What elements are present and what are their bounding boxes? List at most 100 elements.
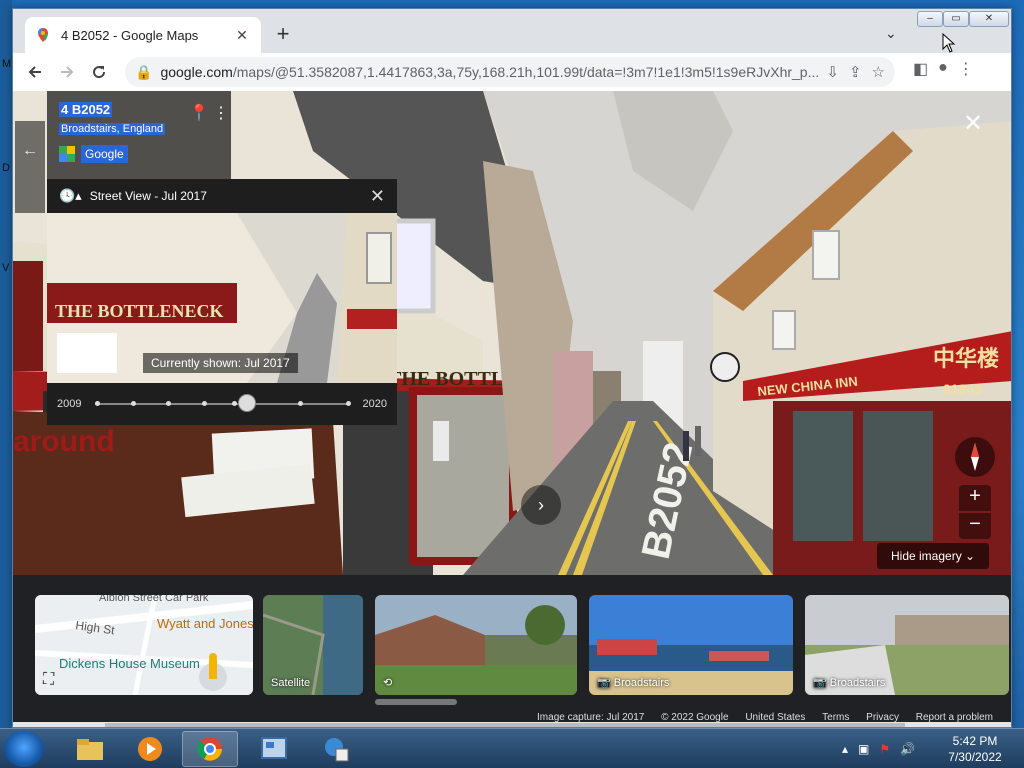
time-travel-header: 🕓▴ Street View - Jul 2017 ✕ <box>47 179 397 213</box>
street-photo-thumbnail[interactable]: ⟲ <box>375 595 577 695</box>
provider-row: Google <box>59 145 219 163</box>
control-panel-taskbar-icon[interactable] <box>246 731 302 767</box>
show-hidden-icons-icon[interactable]: ▴ <box>842 742 848 756</box>
year-dot[interactable] <box>297 401 303 406</box>
forward-arrow-icon <box>61 66 74 78</box>
chevron-down-icon: ⌄ <box>965 549 976 563</box>
new-tab-button[interactable]: + <box>271 23 295 45</box>
strip-scrollbar[interactable] <box>375 699 457 705</box>
camera-icon: 📷 <box>597 677 611 689</box>
taskbar: ▴ ▣ ⚑ 🔊 5:42 PM 7/30/2022 <box>0 728 1024 768</box>
share-icon[interactable]: ⇪ <box>849 63 862 81</box>
year-end-label: 2020 <box>362 398 387 410</box>
volume-icon[interactable]: 🔊 <box>900 742 915 756</box>
maps-content: around THE BOTTLENECK B2052 NEW CHINA IN… <box>13 91 1011 727</box>
media-player-taskbar-icon[interactable] <box>122 731 178 767</box>
zoom-in-button[interactable]: + <box>959 485 991 511</box>
side-panel-icon[interactable]: ◧ <box>913 59 928 79</box>
time-travel-close-icon[interactable]: ✕ <box>370 186 385 207</box>
lock-icon: 🔒 <box>135 63 153 80</box>
maximize-button[interactable]: ▭ <box>943 11 969 27</box>
action-center-flag-icon[interactable]: ⚑ <box>879 742 890 756</box>
beach-photo-thumbnail[interactable]: 📷 Broadstairs <box>589 595 793 695</box>
year-slider[interactable]: 2009 2020 <box>47 383 397 425</box>
zoom-out-button[interactable]: − <box>959 513 991 539</box>
map-thumbnail[interactable]: Albion Street Car Park High St Wyatt and… <box>35 595 253 695</box>
tab-search-chevron-icon[interactable]: ⌄ <box>885 25 897 42</box>
taskbar-clock[interactable]: 5:42 PM 7/30/2022 <box>940 733 1010 765</box>
title-bar: 4 B2052 - Google Maps ✕ + ⌄ – ▭ ✕ <box>13 9 1011 53</box>
desktop-edge: M D V <box>0 0 12 728</box>
left-sign-text: around <box>13 425 115 458</box>
history-clock-icon[interactable]: 🕓▴ <box>59 188 82 204</box>
street-photo-360-icon: ⟲ <box>383 677 393 689</box>
more-options-icon[interactable]: ⋮ <box>213 103 229 123</box>
historical-preview: THE BOTTLENECK Currently shown: Jul 2017 <box>47 213 397 383</box>
clock-time: 5:42 PM <box>952 734 998 748</box>
year-dot[interactable] <box>95 401 101 406</box>
time-travel-panel: 🕓▴ Street View - Jul 2017 ✕ THE BOTTLENE… <box>47 179 397 425</box>
browser-menu-icon[interactable]: ⋮ <box>958 59 974 79</box>
address-bar[interactable]: 🔒 google.com/maps/@51.3582087,1.4417863,… <box>125 57 895 87</box>
hide-imagery-label: Hide imagery <box>891 549 962 563</box>
satellite-thumbnail[interactable]: Satellite <box>263 595 363 695</box>
forward-button[interactable] <box>51 56 83 88</box>
minimize-button[interactable]: – <box>917 11 943 27</box>
browser-toolbar: 🔒 google.com/maps/@51.3582087,1.4417863,… <box>13 53 1011 91</box>
explorer-taskbar-icon[interactable] <box>62 731 118 767</box>
reload-icon <box>93 66 106 79</box>
system-tray: ▴ ▣ ⚑ 🔊 <box>842 729 915 768</box>
desktop-edge-letter: D <box>2 162 10 174</box>
expand-icon[interactable]: ⛶ <box>43 671 54 689</box>
year-track[interactable] <box>95 394 351 412</box>
browser-tab[interactable]: 4 B2052 - Google Maps ✕ <box>25 17 261 53</box>
cliff-photo-thumbnail[interactable]: 📷 Broadstairs <box>805 595 1009 695</box>
url-host: google.com <box>160 64 233 80</box>
year-slider-handle[interactable] <box>238 394 257 412</box>
year-dot[interactable] <box>345 401 351 406</box>
address-title: 4 B2052 <box>59 102 113 117</box>
year-dot[interactable] <box>166 401 172 406</box>
hide-imagery-button[interactable]: Hide imagery ⌄ <box>877 543 990 569</box>
location-card: 4 B2052 Broadstairs, England Google 📍 ⋮ <box>47 91 231 183</box>
bookmark-star-icon[interactable]: ☆ <box>872 63 885 81</box>
mini-map: Albion Street Car Park High St Wyatt and… <box>35 595 253 695</box>
url-path: /maps/@51.3582087,1.4417863,3a,75y,168.2… <box>232 64 819 80</box>
desktop-edge-letter: M <box>2 58 12 70</box>
tab-close-icon[interactable]: ✕ <box>233 27 251 44</box>
camera-icon: 📷 <box>813 677 827 689</box>
reload-button[interactable] <box>83 56 115 88</box>
back-button[interactable] <box>19 56 51 88</box>
move-forward-chevron-icon[interactable]: › <box>521 485 561 525</box>
mouse-cursor-icon <box>942 33 956 53</box>
google-maps-logo-icon <box>59 146 75 162</box>
street-view-panorama[interactable]: around THE BOTTLENECK B2052 NEW CHINA IN… <box>13 91 1011 575</box>
start-button[interactable] <box>4 731 44 767</box>
year-dot[interactable] <box>130 401 136 406</box>
back-to-map-button[interactable]: ← <box>15 121 45 213</box>
location-pin-icon[interactable]: 📍 <box>189 103 209 123</box>
clock-date: 7/30/2022 <box>948 750 1002 764</box>
satellite-label: Satellite <box>271 677 311 689</box>
phone-sign-text: 01843 <box>943 381 982 397</box>
year-dot[interactable] <box>201 401 207 406</box>
street-view-date-title: Street View - Jul 2017 <box>89 189 207 203</box>
preview-pub-text: THE BOTTLENECK <box>55 301 224 321</box>
mini-map-carpark: Albion Street Car Park <box>99 595 209 604</box>
chrome-taskbar-icon[interactable] <box>182 731 238 767</box>
close-street-view-icon[interactable]: ✕ <box>963 109 983 138</box>
imagery-strip: Albion Street Car Park High St Wyatt and… <box>13 575 1011 727</box>
network-taskbar-icon[interactable] <box>308 731 364 767</box>
mini-map-business: Wyatt and Jones <box>157 616 253 631</box>
profile-avatar-icon[interactable]: ● <box>938 59 948 79</box>
year-dot[interactable] <box>232 401 238 406</box>
url-text: google.com/maps/@51.3582087,1.4417863,3a… <box>160 64 818 80</box>
close-window-button[interactable]: ✕ <box>969 11 1009 27</box>
network-icon[interactable]: ▣ <box>858 742 869 756</box>
compass-icon[interactable] <box>955 437 995 477</box>
back-arrow-icon <box>28 66 41 78</box>
cliff-photo-label: 📷 Broadstairs <box>813 676 885 689</box>
year-start-label: 2009 <box>57 398 82 410</box>
provider-label: Google <box>81 145 128 163</box>
install-icon[interactable]: ⇩ <box>826 63 839 81</box>
